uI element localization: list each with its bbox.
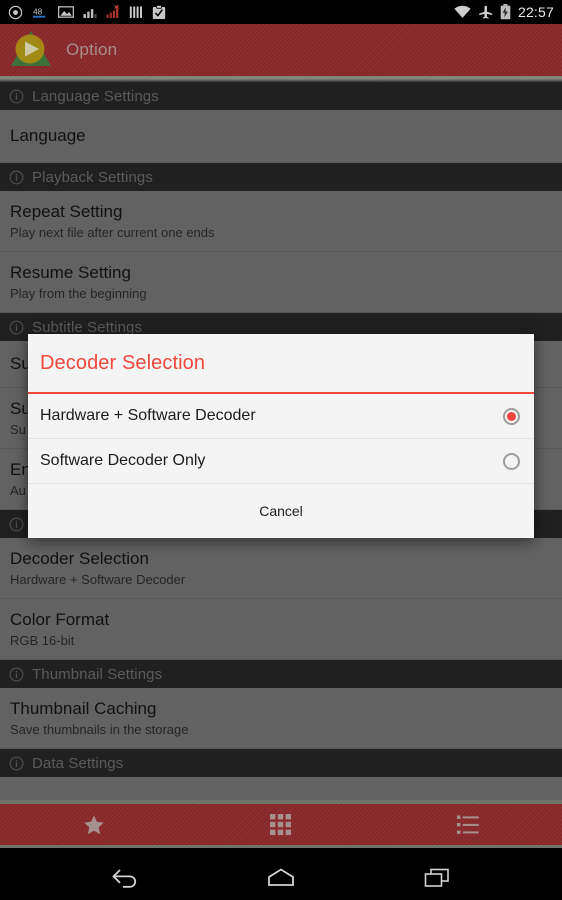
wifi-icon bbox=[454, 5, 471, 18]
list-item-title: Language bbox=[10, 126, 86, 145]
grid-icon bbox=[270, 814, 292, 835]
tab-favorites[interactable] bbox=[0, 804, 187, 845]
app-logo-play-icon bbox=[8, 28, 54, 72]
list-item-thumbnail-caching[interactable]: Thumbnail Caching Save thumbnails in the… bbox=[0, 688, 562, 749]
airplane-mode-icon bbox=[479, 5, 493, 19]
list-item-title: Thumbnail Caching bbox=[10, 699, 157, 718]
star-icon bbox=[83, 815, 104, 834]
list-item-color-format[interactable]: Color Format RGB 16-bit bbox=[0, 599, 562, 660]
download-48-icon: 48 bbox=[33, 6, 46, 18]
dialog-option-hardware-software-decoder[interactable]: Hardware + Software Decoder bbox=[28, 394, 534, 439]
dialog-option-software-decoder-only[interactable]: Software Decoder Only bbox=[28, 439, 534, 484]
radio-button-unselected-icon[interactable] bbox=[503, 452, 520, 470]
section-label: Thumbnail Settings bbox=[32, 665, 163, 683]
nav-recents[interactable] bbox=[407, 855, 467, 900]
list-item-repeat-setting[interactable]: Repeat Setting Play next file after curr… bbox=[0, 191, 562, 252]
svg-text:48: 48 bbox=[33, 6, 43, 16]
android-screen: 48 22:57 Option Language Settings Langua… bbox=[0, 0, 562, 900]
section-label: Language Settings bbox=[32, 87, 159, 105]
system-navigation-bar bbox=[0, 855, 562, 900]
clipboard-check-icon bbox=[152, 4, 166, 19]
home-icon bbox=[268, 867, 294, 886]
section-header-playback-settings: Playback Settings bbox=[0, 163, 562, 191]
list-item-summary: Hardware + Software Decoder bbox=[10, 572, 186, 587]
info-icon bbox=[9, 517, 24, 531]
decoder-selection-dialog: Decoder Selection Hardware + Software De… bbox=[28, 334, 534, 538]
status-bar-right-icons: 22:57 bbox=[454, 4, 554, 20]
info-icon bbox=[9, 89, 24, 103]
list-item-title: Color Format bbox=[10, 610, 110, 629]
status-bar-left-icons: 48 bbox=[8, 4, 166, 20]
tab-grid[interactable] bbox=[187, 804, 374, 845]
nav-back[interactable] bbox=[95, 855, 155, 900]
info-icon bbox=[9, 320, 24, 334]
list-item-title: Repeat Setting bbox=[10, 202, 123, 221]
cancel-button[interactable]: Cancel bbox=[28, 484, 534, 538]
list-item-title: Resume Setting bbox=[10, 263, 131, 282]
list-item-resume-setting[interactable]: Resume Setting Play from the beginning bbox=[0, 252, 562, 313]
section-header-thumbnail-settings: Thumbnail Settings bbox=[0, 660, 562, 688]
back-arrow-icon bbox=[112, 868, 137, 888]
list-item-title: Decoder Selection bbox=[10, 549, 149, 568]
nav-home[interactable] bbox=[251, 855, 311, 900]
section-header-data-settings: Data Settings bbox=[0, 749, 562, 777]
option-label: Hardware + Software Decoder bbox=[40, 407, 256, 424]
section-label: Data Settings bbox=[32, 754, 124, 772]
section-label: Playback Settings bbox=[32, 168, 153, 186]
radio-button-selected-icon[interactable] bbox=[503, 407, 520, 425]
list-item-summary: RGB 16-bit bbox=[10, 633, 75, 648]
info-icon bbox=[9, 170, 24, 184]
info-icon bbox=[9, 667, 24, 681]
status-bar: 48 22:57 bbox=[0, 0, 562, 24]
action-bar-title: Option bbox=[66, 40, 118, 59]
list-item-language[interactable]: Language bbox=[0, 110, 562, 163]
status-bar-clock: 22:57 bbox=[517, 4, 554, 20]
screenshot-image-icon bbox=[58, 6, 74, 18]
list-item-summary: Play next file after current one ends bbox=[10, 225, 215, 240]
info-icon bbox=[9, 756, 24, 770]
list-item-summary: Save thumbnails in the storage bbox=[10, 722, 189, 737]
list-item-decoder-selection[interactable]: Decoder Selection Hardware + Software De… bbox=[0, 538, 562, 599]
dialog-title: Decoder Selection bbox=[40, 351, 206, 374]
section-header-language-settings: Language Settings bbox=[0, 82, 562, 110]
list-icon bbox=[457, 815, 480, 834]
tab-list[interactable] bbox=[375, 804, 562, 845]
recents-icon bbox=[424, 868, 449, 887]
list-item-summary: Play from the beginning bbox=[10, 286, 147, 301]
battery-charging-icon bbox=[500, 4, 511, 20]
section-label: Subtitle Settings bbox=[32, 318, 143, 336]
signal-bars-icon bbox=[83, 9, 97, 18]
signal-error-icon bbox=[106, 5, 119, 18]
action-bar: Option bbox=[0, 24, 562, 76]
option-label: Software Decoder Only bbox=[40, 452, 206, 469]
target-circle-icon bbox=[8, 5, 23, 19]
equalizer-bars-icon bbox=[129, 6, 142, 18]
bottom-tab-bar bbox=[0, 800, 562, 848]
